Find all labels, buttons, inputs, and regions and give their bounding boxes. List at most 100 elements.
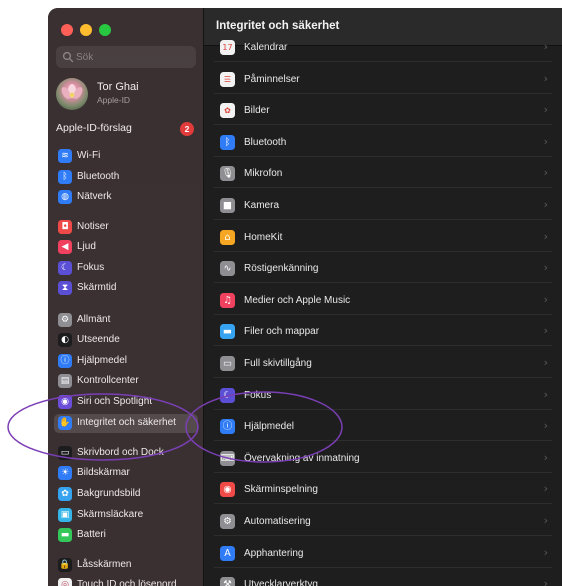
permission-row-label: Bluetooth: [244, 136, 287, 148]
sidebar-item-label: Låsskärmen: [77, 559, 132, 570]
sidebar-item-touch-id-och-losenord[interactable]: ◎ Touch ID och lösenord: [54, 576, 198, 586]
sidebar-item-wi-fi[interactable]: ≋ Wi-Fi: [54, 147, 198, 166]
permission-row-apphantering[interactable]: A Apphantering ›: [214, 540, 552, 568]
sidebar-item-bildskarmar[interactable]: ☀ Bildskärmar: [54, 464, 198, 483]
gear-icon: ⚙: [58, 313, 72, 327]
sidebar-item-integritet-och-sakerhet[interactable]: ✋ Integritet och säkerhet: [54, 414, 198, 433]
permission-row-label: Fokus: [244, 389, 272, 401]
reminders-icon: ☰: [220, 71, 235, 87]
globe-icon: ◍: [58, 190, 72, 204]
zoom-window-button[interactable]: [99, 24, 111, 36]
battery-icon: ▬: [58, 528, 72, 542]
permission-row-label: Övervakning av inmatning: [244, 452, 360, 464]
permission-row-homekit[interactable]: ⌂ HomeKit ›: [214, 224, 552, 252]
close-window-button[interactable]: [61, 24, 73, 36]
sidebar-item-label: Integritet och säkerhet: [77, 417, 176, 428]
chevron-right-icon: ›: [543, 577, 548, 586]
permission-row-full-skivtillgang[interactable]: ▭ Full skivtillgång ›: [214, 350, 552, 378]
sidebar-item-skrivbord-och-dock[interactable]: ▭ Skrivbord och Dock: [54, 444, 198, 463]
sidebar-item-natverk[interactable]: ◍ Nätverk: [54, 188, 198, 207]
sidebar-item-ljud[interactable]: ◀ Ljud: [54, 238, 198, 257]
permission-row-utvecklarverktyg[interactable]: ⚒ Utvecklarverktyg ›: [214, 571, 552, 586]
lock-icon: 🔒: [58, 558, 72, 572]
permission-row-hjalpmedel[interactable]: ⓘ Hjälpmedel ›: [214, 413, 552, 442]
keyboard-icon: ⌨: [220, 450, 235, 466]
sidebar-item-label: Fokus: [77, 262, 105, 273]
sidebar-item-label: Hjälpmedel: [77, 355, 128, 366]
permission-row-label: Bilder: [244, 105, 270, 117]
permission-row-paminnelser[interactable]: ☰ Påminnelser ›: [214, 66, 552, 94]
sidebar-item-kontrollcenter[interactable]: ▤ Kontrollcenter: [54, 372, 198, 391]
search-input[interactable]: [76, 46, 192, 68]
permission-row-label: Utvecklarverktyg: [244, 579, 318, 586]
main-pane: Integritet och säkerhet 17 Kalendrar › ☰ Påm…: [204, 8, 562, 586]
permission-row-fokus[interactable]: ☾ Fokus ›: [214, 382, 552, 410]
chevron-right-icon: ›: [543, 356, 548, 369]
permission-row-automatisering[interactable]: ⚙ Automatisering ›: [214, 508, 552, 536]
permission-row-mikrofon[interactable]: 🎙 Mikrofon ›: [214, 160, 552, 189]
permission-row-label: Medier och Apple Music: [244, 294, 351, 306]
chevron-right-icon: ›: [543, 545, 548, 559]
chevron-right-icon: ›: [543, 40, 548, 53]
sidebar-item-label: Batteri: [77, 529, 106, 540]
camera-icon: ■: [220, 198, 235, 213]
sidebar-item-batteri[interactable]: ▬ Batteri: [54, 526, 198, 545]
permission-row-label: Mikrofon: [244, 168, 283, 180]
settings-window: Tor Ghai Apple-ID Apple-ID-förslag 2 ≋ Wi…: [48, 8, 562, 586]
wallpaper-icon: ✿: [58, 487, 72, 501]
permission-row-bluetooth[interactable]: ᛒ Bluetooth ›: [214, 129, 552, 157]
chevron-right-icon: ›: [543, 166, 548, 180]
bell-icon: ◘: [58, 220, 72, 234]
apple-id-suggestions[interactable]: Apple-ID-förslag 2: [56, 120, 196, 138]
page-title: Integritet och säkerhet: [216, 20, 340, 32]
search-icon: [62, 51, 74, 63]
disk-icon: ▭: [220, 356, 235, 371]
sidebar-item-skarmtid[interactable]: ⧗ Skärmtid: [54, 279, 198, 298]
sidebar-item-bluetooth[interactable]: ᛒ Bluetooth: [54, 168, 198, 187]
sidebar-item-notiser[interactable]: ◘ Notiser: [54, 218, 198, 237]
permission-row-label: Kamera: [244, 200, 280, 211]
hammer-icon: ⚒: [220, 577, 235, 586]
permission-row-rostigenkanning[interactable]: ∿ Röstigenkänning ›: [214, 255, 552, 284]
wifi-icon: ≋: [58, 149, 72, 163]
sidebar-item-utseende[interactable]: ◐ Utseende: [54, 331, 198, 350]
dock-icon: ▭: [58, 446, 72, 460]
sidebar-item-allmant[interactable]: ⚙ Allmänt: [54, 311, 198, 330]
avatar: [56, 78, 88, 110]
gears-icon: ⚙: [220, 514, 235, 529]
sidebar-item-lasskarmen[interactable]: 🔒 Låsskärmen: [54, 556, 198, 575]
app-store-icon: A: [220, 545, 235, 561]
sidebar-item-hjalpmedel[interactable]: ⓘ Hjälpmedel: [54, 352, 198, 371]
minimize-window-button[interactable]: [80, 24, 92, 36]
moon-icon: ☾: [220, 387, 235, 403]
chevron-right-icon: ›: [543, 450, 548, 464]
sidebar-item-skarmslackare[interactable]: ▣ Skärmsläckare: [54, 506, 198, 525]
permission-row-skarminspelning[interactable]: ◉ Skärminspelning ›: [214, 476, 552, 505]
home-icon: ⌂: [220, 229, 235, 245]
permission-row-kamera[interactable]: ■ Kamera ›: [214, 192, 552, 220]
chevron-right-icon: ›: [543, 482, 548, 496]
chevron-right-icon: ›: [543, 261, 548, 275]
sidebar-item-fokus[interactable]: ☾ Fokus: [54, 259, 198, 278]
apple-id-profile[interactable]: Tor Ghai Apple-ID: [56, 78, 196, 110]
suggestions-badge: 2: [180, 122, 194, 136]
microphone-icon: 🎙: [220, 166, 235, 182]
sidebar-item-siri-och-spotlight[interactable]: ◉ Siri och Spotlight: [54, 393, 198, 412]
sidebar-item-bakgrundsbild[interactable]: ✿ Bakgrundsbild: [54, 485, 198, 504]
chevron-right-icon: ›: [543, 71, 548, 85]
siri-icon: ◉: [58, 395, 72, 409]
permission-row-label: HomeKit: [244, 231, 283, 243]
chevron-right-icon: ›: [543, 324, 548, 338]
moon-icon: ☾: [58, 261, 72, 275]
permission-row-label: Röstigenkänning: [244, 263, 319, 275]
search-field[interactable]: [56, 46, 196, 68]
sidebar-item-label: Bluetooth: [77, 171, 120, 182]
sidebar-item-label: Ljud: [77, 241, 96, 252]
permission-row-overvakning-av-inmatning[interactable]: ⌨ Övervakning av inmatning ›: [214, 445, 552, 473]
permission-row-filer-och-mappar[interactable]: ▬ Filer och mappar ›: [214, 318, 552, 347]
chevron-right-icon: ›: [543, 134, 548, 148]
permission-row-medier-och-apple-music[interactable]: ♫ Medier och Apple Music ›: [214, 287, 552, 315]
permission-row-kalendrar[interactable]: 17 Kalendrar ›: [214, 34, 552, 62]
permission-row-bilder[interactable]: ✿ Bilder ›: [214, 97, 552, 126]
accessibility-icon: ⓘ: [220, 419, 235, 435]
